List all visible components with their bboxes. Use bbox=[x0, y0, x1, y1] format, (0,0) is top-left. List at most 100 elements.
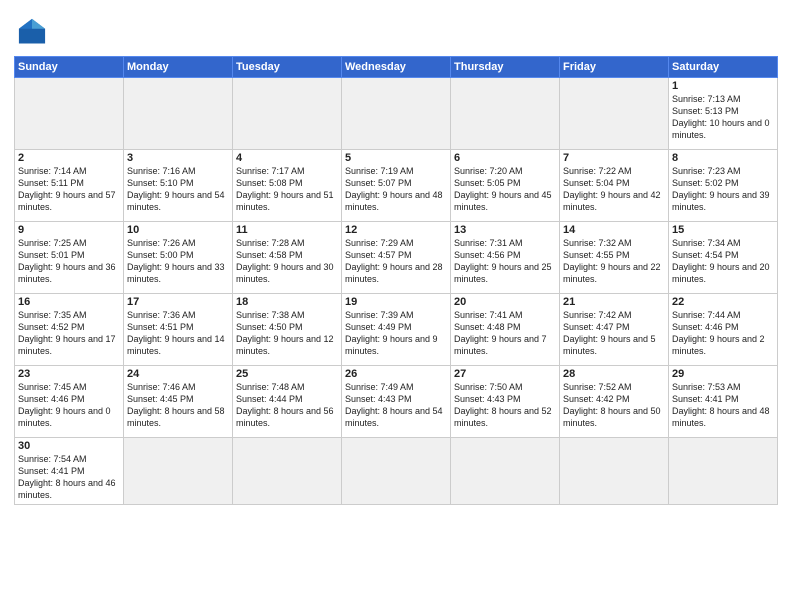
calendar-cell: 17Sunrise: 7:36 AM Sunset: 4:51 PM Dayli… bbox=[124, 294, 233, 366]
day-number: 6 bbox=[454, 152, 556, 164]
weekday-header-tuesday: Tuesday bbox=[233, 57, 342, 78]
weekday-header-friday: Friday bbox=[560, 57, 669, 78]
day-number: 23 bbox=[18, 368, 120, 380]
calendar-cell: 12Sunrise: 7:29 AM Sunset: 4:57 PM Dayli… bbox=[342, 222, 451, 294]
calendar-cell bbox=[560, 438, 669, 505]
calendar-week-1: 1Sunrise: 7:13 AM Sunset: 5:13 PM Daylig… bbox=[15, 78, 778, 150]
calendar-cell: 6Sunrise: 7:20 AM Sunset: 5:05 PM Daylig… bbox=[451, 150, 560, 222]
calendar-cell: 13Sunrise: 7:31 AM Sunset: 4:56 PM Dayli… bbox=[451, 222, 560, 294]
calendar-cell bbox=[233, 438, 342, 505]
calendar-cell: 14Sunrise: 7:32 AM Sunset: 4:55 PM Dayli… bbox=[560, 222, 669, 294]
day-number: 27 bbox=[454, 368, 556, 380]
day-number: 17 bbox=[127, 296, 229, 308]
day-number: 24 bbox=[127, 368, 229, 380]
day-number: 2 bbox=[18, 152, 120, 164]
day-info: Sunrise: 7:16 AM Sunset: 5:10 PM Dayligh… bbox=[127, 165, 229, 214]
calendar-cell: 25Sunrise: 7:48 AM Sunset: 4:44 PM Dayli… bbox=[233, 366, 342, 438]
day-info: Sunrise: 7:48 AM Sunset: 4:44 PM Dayligh… bbox=[236, 381, 338, 430]
day-info: Sunrise: 7:50 AM Sunset: 4:43 PM Dayligh… bbox=[454, 381, 556, 430]
day-info: Sunrise: 7:38 AM Sunset: 4:50 PM Dayligh… bbox=[236, 309, 338, 358]
day-number: 5 bbox=[345, 152, 447, 164]
calendar-table: SundayMondayTuesdayWednesdayThursdayFrid… bbox=[14, 56, 778, 505]
day-info: Sunrise: 7:39 AM Sunset: 4:49 PM Dayligh… bbox=[345, 309, 447, 358]
calendar-cell: 23Sunrise: 7:45 AM Sunset: 4:46 PM Dayli… bbox=[15, 366, 124, 438]
calendar-cell bbox=[451, 438, 560, 505]
weekday-header-sunday: Sunday bbox=[15, 57, 124, 78]
day-info: Sunrise: 7:25 AM Sunset: 5:01 PM Dayligh… bbox=[18, 237, 120, 286]
day-number: 4 bbox=[236, 152, 338, 164]
day-number: 3 bbox=[127, 152, 229, 164]
calendar-cell: 19Sunrise: 7:39 AM Sunset: 4:49 PM Dayli… bbox=[342, 294, 451, 366]
day-info: Sunrise: 7:35 AM Sunset: 4:52 PM Dayligh… bbox=[18, 309, 120, 358]
calendar-week-3: 9Sunrise: 7:25 AM Sunset: 5:01 PM Daylig… bbox=[15, 222, 778, 294]
calendar-cell: 2Sunrise: 7:14 AM Sunset: 5:11 PM Daylig… bbox=[15, 150, 124, 222]
day-info: Sunrise: 7:46 AM Sunset: 4:45 PM Dayligh… bbox=[127, 381, 229, 430]
day-info: Sunrise: 7:54 AM Sunset: 4:41 PM Dayligh… bbox=[18, 453, 120, 502]
calendar-cell: 20Sunrise: 7:41 AM Sunset: 4:48 PM Dayli… bbox=[451, 294, 560, 366]
day-number: 8 bbox=[672, 152, 774, 164]
day-number: 9 bbox=[18, 224, 120, 236]
weekday-header-thursday: Thursday bbox=[451, 57, 560, 78]
day-info: Sunrise: 7:42 AM Sunset: 4:47 PM Dayligh… bbox=[563, 309, 665, 358]
day-number: 18 bbox=[236, 296, 338, 308]
calendar-cell bbox=[15, 78, 124, 150]
day-number: 20 bbox=[454, 296, 556, 308]
day-number: 14 bbox=[563, 224, 665, 236]
calendar-week-5: 23Sunrise: 7:45 AM Sunset: 4:46 PM Dayli… bbox=[15, 366, 778, 438]
calendar-cell bbox=[124, 78, 233, 150]
day-info: Sunrise: 7:34 AM Sunset: 4:54 PM Dayligh… bbox=[672, 237, 774, 286]
calendar-cell bbox=[560, 78, 669, 150]
day-number: 16 bbox=[18, 296, 120, 308]
weekday-header-monday: Monday bbox=[124, 57, 233, 78]
day-info: Sunrise: 7:17 AM Sunset: 5:08 PM Dayligh… bbox=[236, 165, 338, 214]
day-info: Sunrise: 7:26 AM Sunset: 5:00 PM Dayligh… bbox=[127, 237, 229, 286]
day-number: 13 bbox=[454, 224, 556, 236]
weekday-header-row: SundayMondayTuesdayWednesdayThursdayFrid… bbox=[15, 57, 778, 78]
calendar-cell bbox=[669, 438, 778, 505]
calendar-cell: 28Sunrise: 7:52 AM Sunset: 4:42 PM Dayli… bbox=[560, 366, 669, 438]
calendar-cell: 7Sunrise: 7:22 AM Sunset: 5:04 PM Daylig… bbox=[560, 150, 669, 222]
day-number: 11 bbox=[236, 224, 338, 236]
day-info: Sunrise: 7:44 AM Sunset: 4:46 PM Dayligh… bbox=[672, 309, 774, 358]
day-info: Sunrise: 7:53 AM Sunset: 4:41 PM Dayligh… bbox=[672, 381, 774, 430]
day-info: Sunrise: 7:32 AM Sunset: 4:55 PM Dayligh… bbox=[563, 237, 665, 286]
calendar-cell bbox=[451, 78, 560, 150]
weekday-header-wednesday: Wednesday bbox=[342, 57, 451, 78]
day-number: 15 bbox=[672, 224, 774, 236]
day-number: 29 bbox=[672, 368, 774, 380]
calendar-cell: 27Sunrise: 7:50 AM Sunset: 4:43 PM Dayli… bbox=[451, 366, 560, 438]
page-container: SundayMondayTuesdayWednesdayThursdayFrid… bbox=[0, 0, 792, 511]
day-info: Sunrise: 7:20 AM Sunset: 5:05 PM Dayligh… bbox=[454, 165, 556, 214]
calendar-cell: 15Sunrise: 7:34 AM Sunset: 4:54 PM Dayli… bbox=[669, 222, 778, 294]
day-number: 19 bbox=[345, 296, 447, 308]
day-info: Sunrise: 7:49 AM Sunset: 4:43 PM Dayligh… bbox=[345, 381, 447, 430]
logo-icon bbox=[14, 14, 50, 50]
calendar-week-6: 30Sunrise: 7:54 AM Sunset: 4:41 PM Dayli… bbox=[15, 438, 778, 505]
day-info: Sunrise: 7:23 AM Sunset: 5:02 PM Dayligh… bbox=[672, 165, 774, 214]
day-info: Sunrise: 7:52 AM Sunset: 4:42 PM Dayligh… bbox=[563, 381, 665, 430]
calendar-cell: 22Sunrise: 7:44 AM Sunset: 4:46 PM Dayli… bbox=[669, 294, 778, 366]
day-info: Sunrise: 7:19 AM Sunset: 5:07 PM Dayligh… bbox=[345, 165, 447, 214]
calendar-cell: 10Sunrise: 7:26 AM Sunset: 5:00 PM Dayli… bbox=[124, 222, 233, 294]
day-info: Sunrise: 7:13 AM Sunset: 5:13 PM Dayligh… bbox=[672, 93, 774, 142]
calendar-week-2: 2Sunrise: 7:14 AM Sunset: 5:11 PM Daylig… bbox=[15, 150, 778, 222]
weekday-header-saturday: Saturday bbox=[669, 57, 778, 78]
day-number: 10 bbox=[127, 224, 229, 236]
calendar-cell bbox=[233, 78, 342, 150]
calendar-cell: 16Sunrise: 7:35 AM Sunset: 4:52 PM Dayli… bbox=[15, 294, 124, 366]
day-number: 30 bbox=[18, 440, 120, 452]
day-number: 25 bbox=[236, 368, 338, 380]
calendar-cell: 26Sunrise: 7:49 AM Sunset: 4:43 PM Dayli… bbox=[342, 366, 451, 438]
calendar-cell: 29Sunrise: 7:53 AM Sunset: 4:41 PM Dayli… bbox=[669, 366, 778, 438]
calendar-cell bbox=[342, 438, 451, 505]
day-info: Sunrise: 7:31 AM Sunset: 4:56 PM Dayligh… bbox=[454, 237, 556, 286]
day-info: Sunrise: 7:14 AM Sunset: 5:11 PM Dayligh… bbox=[18, 165, 120, 214]
calendar-cell: 3Sunrise: 7:16 AM Sunset: 5:10 PM Daylig… bbox=[124, 150, 233, 222]
calendar-week-4: 16Sunrise: 7:35 AM Sunset: 4:52 PM Dayli… bbox=[15, 294, 778, 366]
calendar-cell: 21Sunrise: 7:42 AM Sunset: 4:47 PM Dayli… bbox=[560, 294, 669, 366]
calendar-cell bbox=[124, 438, 233, 505]
calendar-cell: 11Sunrise: 7:28 AM Sunset: 4:58 PM Dayli… bbox=[233, 222, 342, 294]
day-info: Sunrise: 7:28 AM Sunset: 4:58 PM Dayligh… bbox=[236, 237, 338, 286]
day-number: 7 bbox=[563, 152, 665, 164]
calendar-cell: 24Sunrise: 7:46 AM Sunset: 4:45 PM Dayli… bbox=[124, 366, 233, 438]
